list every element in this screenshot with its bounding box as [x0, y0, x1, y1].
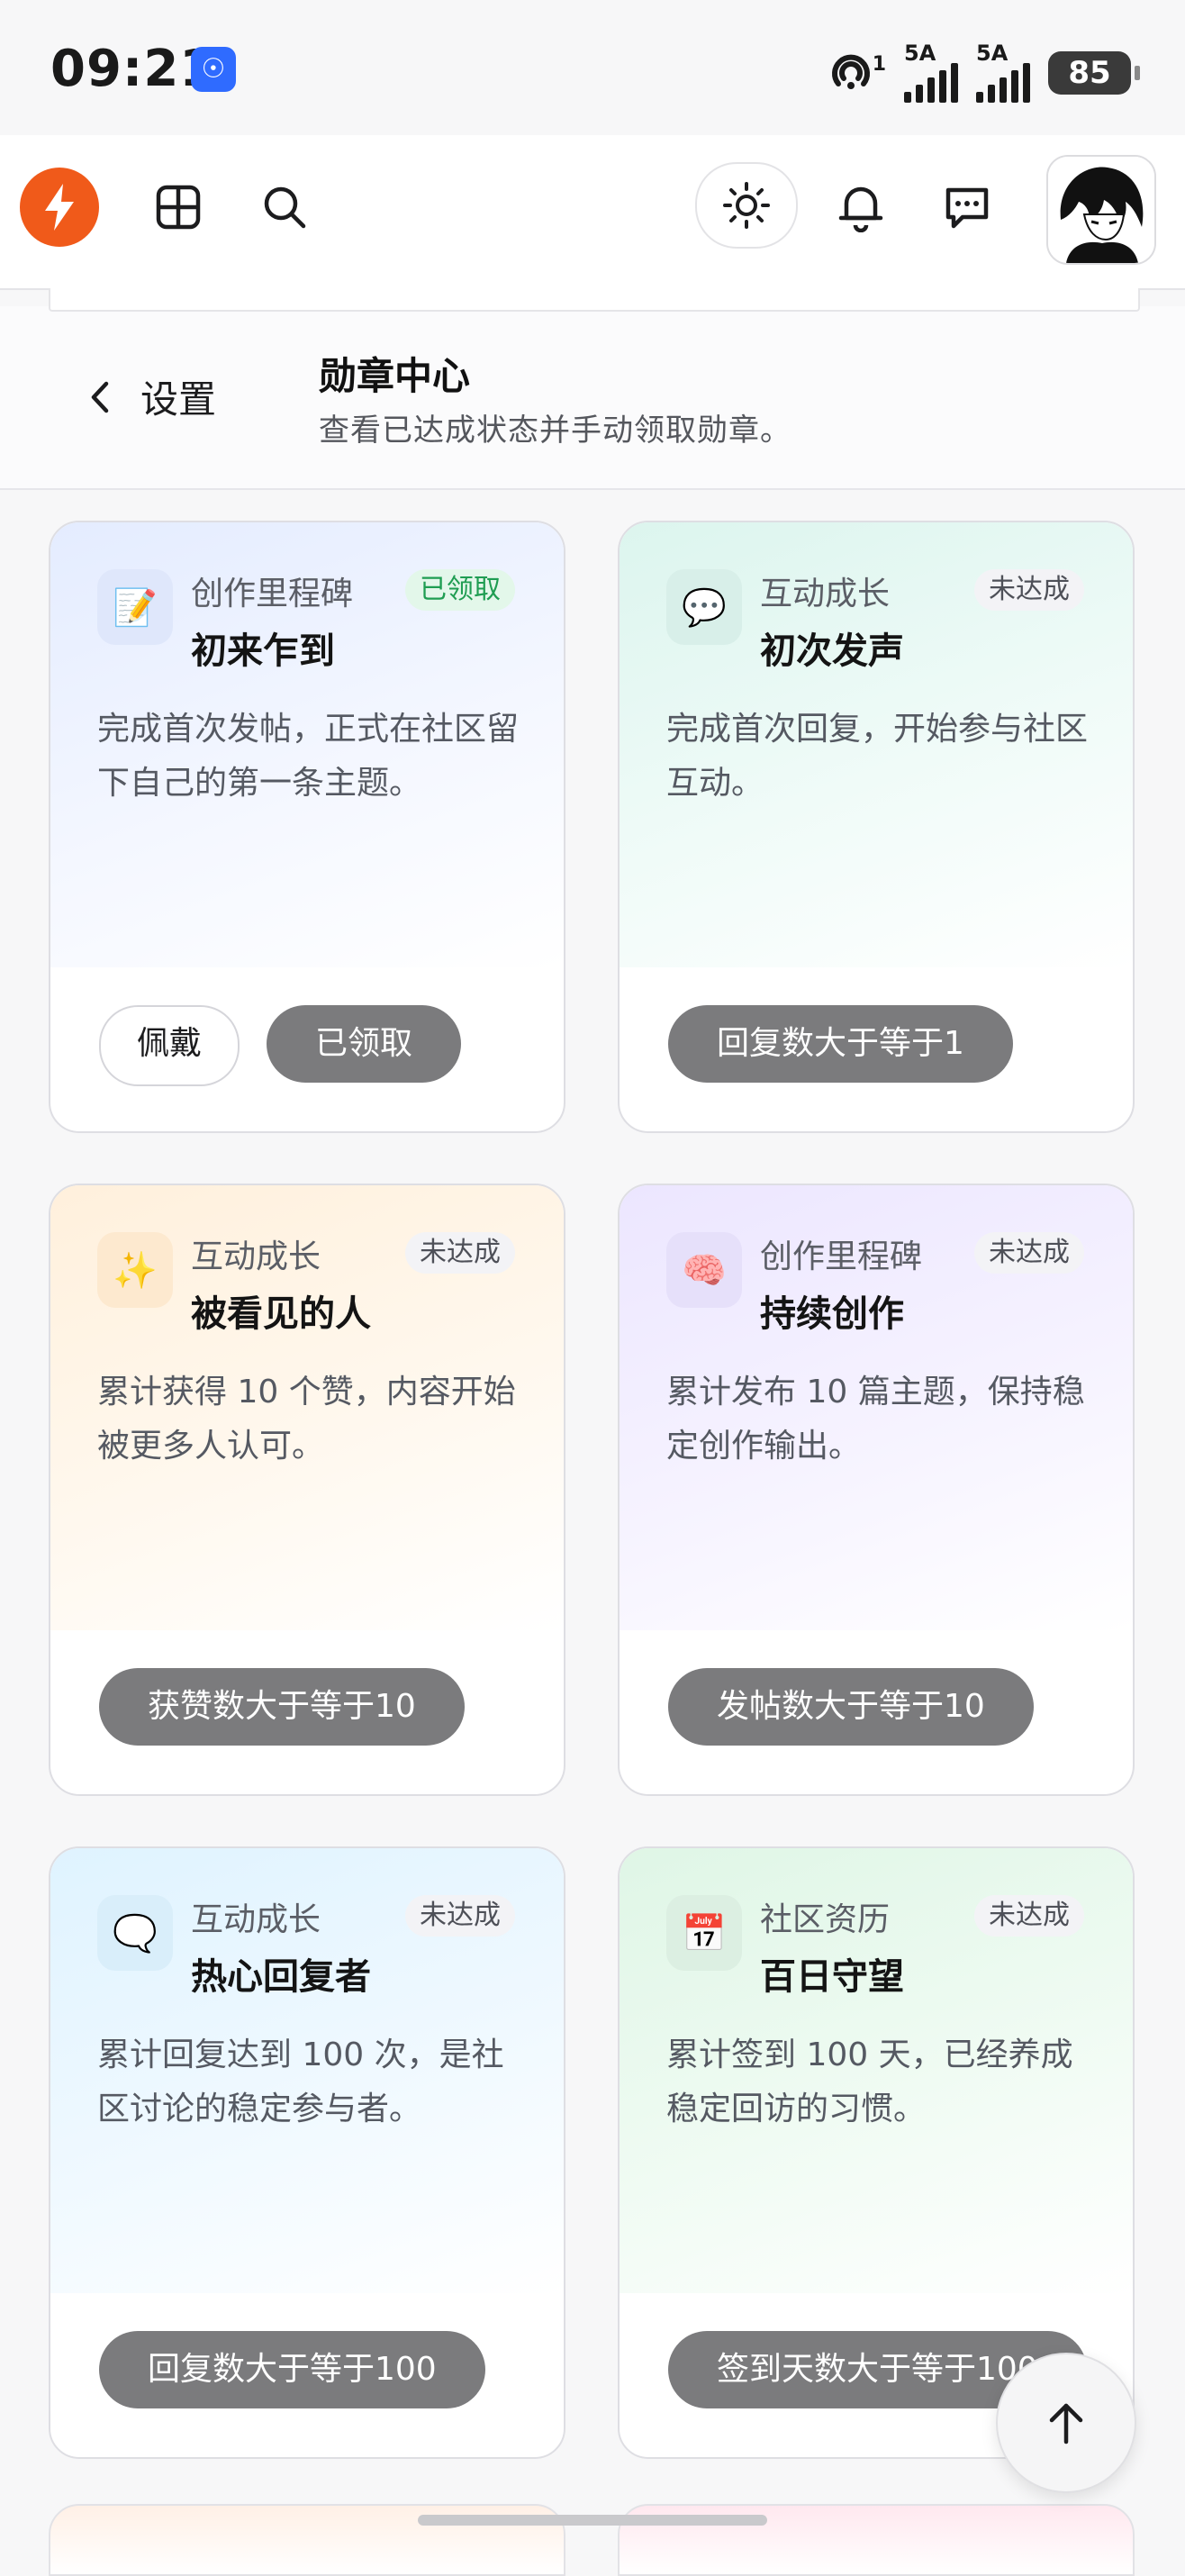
badge-card-beikanjiandeanren: ✨ 互动成长 被看见的人 未达成 累计获得 10 个赞，内容开始被更多人认可。 … — [49, 1184, 565, 1796]
scroll-to-top-button[interactable] — [996, 2353, 1136, 2493]
app-logo-lightning-icon[interactable] — [20, 168, 99, 247]
status-badge: 未达成 — [405, 1895, 515, 1937]
badge-description: 累计签到 100 天，已经养成稳定回访的习惯。 — [666, 2036, 1073, 2127]
sim1-label: 5A — [904, 41, 936, 66]
status-badge: 已领取 — [405, 569, 515, 611]
badge-category: 互动成长 — [760, 576, 891, 612]
status-badge: 未达成 — [974, 1232, 1084, 1274]
back-button[interactable]: 设置 — [90, 369, 216, 424]
page-header: 设置 勋章中心 查看已达成状态并手动领取勋章。 — [0, 288, 1185, 490]
comment-bubble-icon: 🗨️ — [97, 1895, 173, 1971]
badge-card-chucifasheng: 💬 互动成长 初次发声 未达成 完成首次回复，开始参与社区互动。 回复数大于等于… — [618, 521, 1135, 1133]
sparkles-icon: ✨ — [97, 1232, 173, 1308]
top-app-bar — [0, 135, 1185, 290]
badge-name: 百日守望 — [760, 1956, 904, 1998]
home-indicator — [418, 2515, 767, 2526]
status-badge: 未达成 — [405, 1232, 515, 1274]
memo-icon: 📝 — [97, 569, 173, 645]
hotspot-count: 1 — [872, 53, 886, 76]
page-subtitle: 查看已达成状态并手动领取勋章。 — [319, 413, 792, 449]
calendar-icon: 📅 — [666, 1895, 742, 1971]
badge-description: 完成首次发帖，正式在社区留下自己的第一条主题。 — [97, 711, 520, 802]
requirement-button[interactable]: 发帖数大于等于10 — [668, 1668, 1034, 1746]
brain-icon: 🧠 — [666, 1232, 742, 1308]
requirement-button[interactable]: 回复数大于等于100 — [99, 2331, 485, 2408]
chevron-left-icon — [91, 381, 109, 413]
status-badge: 未达成 — [974, 1895, 1084, 1937]
sim2-label: 5A — [976, 41, 1009, 66]
user-avatar[interactable] — [1046, 155, 1156, 265]
badge-category: 创作里程碑 — [760, 1238, 923, 1275]
badge-card-chixuchuangzuo: 🧠 创作里程碑 持续创作 未达成 累计发布 10 篇主题，保持稳定创作输出。 发… — [618, 1184, 1135, 1796]
badge-name: 持续创作 — [760, 1293, 904, 1335]
claimed-button[interactable]: 已领取 — [267, 1005, 462, 1083]
badge-card-rexinhuifuzhe: 🗨️ 互动成长 热心回复者 未达成 累计回复达到 100 次，是社区讨论的稳定参… — [49, 1846, 565, 2459]
badge-description: 累计回复达到 100 次，是社区讨论的稳定参与者。 — [97, 2036, 504, 2127]
page-title: 勋章中心 — [319, 354, 471, 398]
search-icon[interactable] — [249, 171, 321, 243]
badge-name: 初次发声 — [760, 630, 904, 672]
requirement-button[interactable]: 获赞数大于等于10 — [99, 1668, 465, 1746]
badge-category: 互动成长 — [191, 1901, 321, 1938]
badge-description: 累计获得 10 个赞，内容开始被更多人认可。 — [97, 1374, 516, 1465]
badge-name: 被看见的人 — [191, 1293, 371, 1335]
speech-bubble-icon: 💬 — [666, 569, 742, 645]
back-label: 设置 — [140, 377, 217, 422]
badge-category: 社区资历 — [760, 1901, 891, 1938]
sim2-signal-icon: 5A — [976, 41, 1030, 103]
messages-icon[interactable] — [931, 171, 1003, 243]
theme-toggle-sun-icon[interactable] — [695, 162, 798, 249]
grid-menu-icon[interactable] — [142, 171, 214, 243]
badge-description: 完成首次回复，开始参与社区互动。 — [666, 711, 1089, 802]
badge-category: 互动成长 — [191, 1238, 321, 1275]
status-indicators: 1 5A 5A 85 — [829, 41, 1140, 103]
status-bar: 09:21 ☉ 1 5A 5A 85 — [0, 0, 1185, 135]
badge-category: 创作里程碑 — [191, 576, 354, 612]
underlying-card-edge — [49, 288, 1140, 312]
badge-card-chulaizhadao: 📝 创作里程碑 初来乍到 已领取 完成首次发帖，正式在社区留下自己的第一条主题。… — [49, 521, 565, 1133]
arrow-up-icon — [1049, 2403, 1083, 2444]
badge-name: 初来乍到 — [191, 630, 335, 672]
badge-description: 累计发布 10 篇主题，保持稳定创作输出。 — [666, 1374, 1085, 1465]
requirement-button[interactable]: 回复数大于等于1 — [668, 1005, 1013, 1083]
battery-icon: 85 — [1048, 51, 1140, 95]
status-badge: 未达成 — [974, 569, 1084, 611]
badge-name: 热心回复者 — [191, 1956, 371, 1998]
notification-app-icon: ☉ — [191, 47, 236, 92]
sim1-signal-icon: 5A — [904, 41, 958, 103]
wear-button[interactable]: 佩戴 — [99, 1005, 240, 1086]
notification-bell-icon[interactable] — [825, 171, 897, 243]
hotspot-icon: 1 — [829, 53, 886, 93]
